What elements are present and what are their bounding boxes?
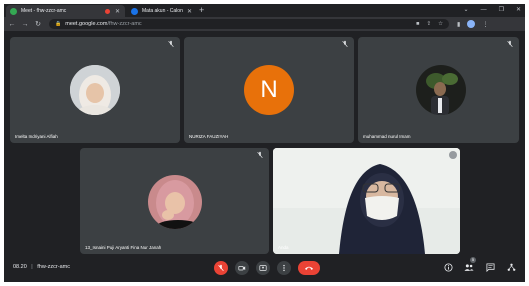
more-options-icon[interactable] [449, 151, 457, 159]
chat-button[interactable] [484, 260, 496, 274]
participant-avatar: N [244, 65, 294, 115]
leave-call-button[interactable] [298, 261, 320, 275]
camera-icon [238, 266, 246, 271]
people-button[interactable]: 5 [463, 257, 476, 274]
participant-name: Imelta Indriyani Alfiah [15, 134, 58, 139]
chat-icon [485, 262, 495, 272]
back-icon[interactable]: ← [7, 21, 17, 28]
meet-stage: Imelta Indriyani Alfiah N NURIZA FAUZIYA… [4, 31, 525, 254]
tab-search-icon[interactable]: ⌄ [464, 5, 469, 16]
tab-close-icon[interactable]: ✕ [114, 8, 121, 15]
side-controls: 5 [442, 257, 517, 274]
participant-count-badge: 5 [470, 257, 476, 263]
participant-avatar [416, 65, 466, 115]
call-controls [214, 261, 320, 275]
tab-close-icon[interactable]: ✕ [186, 8, 193, 15]
calon-favicon-icon [131, 7, 138, 15]
profile-avatar[interactable] [467, 20, 476, 28]
url-host: meet.google.com [65, 21, 108, 27]
tab-title: Mata akun - Calon [142, 8, 183, 14]
activities-icon [507, 263, 515, 271]
address-bar[interactable]: 🔒 meet.google.com/fhw-zzcr-amc ■ ⇪ ☆ [49, 19, 449, 29]
window-controls: ⌄ — ❐ ✕ [464, 5, 521, 16]
participant-name: NURIZA FAUZIYAH [189, 134, 229, 139]
side-panel-icon[interactable]: ▮ [457, 21, 460, 28]
mic-off-icon [218, 264, 224, 272]
meeting-details-button[interactable] [442, 260, 454, 274]
recording-dot-icon [105, 8, 110, 14]
participant-tile[interactable]: 13_Isnaini Puji Aryanti Fina Nur Janah [80, 148, 269, 254]
activities-button[interactable] [505, 260, 517, 274]
hang-up-icon [305, 266, 313, 270]
participant-name: 13_Isnaini Puji Aryanti Fina Nur Janah [85, 245, 162, 250]
people-icon [464, 263, 474, 271]
info-separator: | [31, 264, 33, 270]
lock-icon[interactable]: 🔒 [55, 21, 61, 27]
share-icon[interactable]: ⇪ [426, 19, 431, 29]
participant-tile[interactable]: Imelta Indriyani Alfiah [10, 37, 180, 143]
more-vert-icon [283, 264, 285, 272]
participant-tile[interactable]: N NURIZA FAUZIYAH [184, 37, 354, 143]
meeting-time: 08.20 [13, 264, 27, 270]
menu-dots-icon[interactable]: ⋮ [482, 21, 488, 28]
self-video-tile[interactable]: Anda [273, 148, 460, 254]
mic-off-icon [257, 151, 263, 159]
tab-title: Meet - fhw-zzcr-amc [21, 8, 67, 14]
participant-avatar [148, 175, 202, 229]
meeting-info: 08.20 | fhw-zzcr-amc [13, 264, 70, 270]
participant-name: Anda [278, 245, 289, 250]
participant-avatar [70, 65, 120, 115]
meeting-code: fhw-zzcr-amc [37, 264, 70, 270]
omnibox-actions: ■ ⇪ ☆ [416, 19, 443, 29]
info-icon [443, 262, 453, 272]
camera-permission-icon[interactable]: ■ [416, 19, 419, 29]
present-icon [259, 265, 267, 271]
forward-icon[interactable]: → [20, 21, 30, 28]
mic-off-icon [507, 40, 513, 48]
new-tab-button[interactable]: + [199, 5, 204, 16]
tab-calon[interactable]: Mata akun - Calon ✕ [127, 5, 197, 17]
participant-name: muhammad nurul Imam [363, 134, 411, 139]
bookmark-star-icon[interactable]: ☆ [438, 19, 443, 29]
present-screen-button[interactable] [256, 261, 270, 275]
maximize-icon[interactable]: ❐ [499, 5, 504, 16]
more-options-button[interactable] [277, 261, 291, 275]
mic-off-icon [342, 40, 348, 48]
meet-controls: 08.20 | fhw-zzcr-amc 5 [4, 254, 525, 282]
mic-off-icon [168, 40, 174, 48]
browser-toolbar: ← → ↻ 🔒 meet.google.com/fhw-zzcr-amc ■ ⇪… [4, 17, 525, 31]
camera-feed [273, 148, 460, 254]
participant-tile[interactable]: muhammad nurul Imam [358, 37, 519, 143]
close-window-icon[interactable]: ✕ [516, 5, 521, 16]
url-path: /fhw-zzcr-amc [107, 21, 142, 27]
browser-window: Meet - fhw-zzcr-amc ✕ Mata akun - Calon … [4, 4, 525, 282]
tab-meet[interactable]: Meet - fhw-zzcr-amc ✕ [6, 5, 125, 17]
toolbar-right: ▮ ⋮ [457, 20, 488, 28]
tab-strip: Meet - fhw-zzcr-amc ✕ Mata akun - Calon … [4, 4, 525, 17]
meet-favicon-icon [10, 7, 17, 15]
toggle-camera-button[interactable] [235, 261, 249, 275]
reload-icon[interactable]: ↻ [33, 20, 43, 28]
toggle-mic-button[interactable] [214, 261, 228, 275]
minimize-icon[interactable]: — [481, 5, 487, 16]
